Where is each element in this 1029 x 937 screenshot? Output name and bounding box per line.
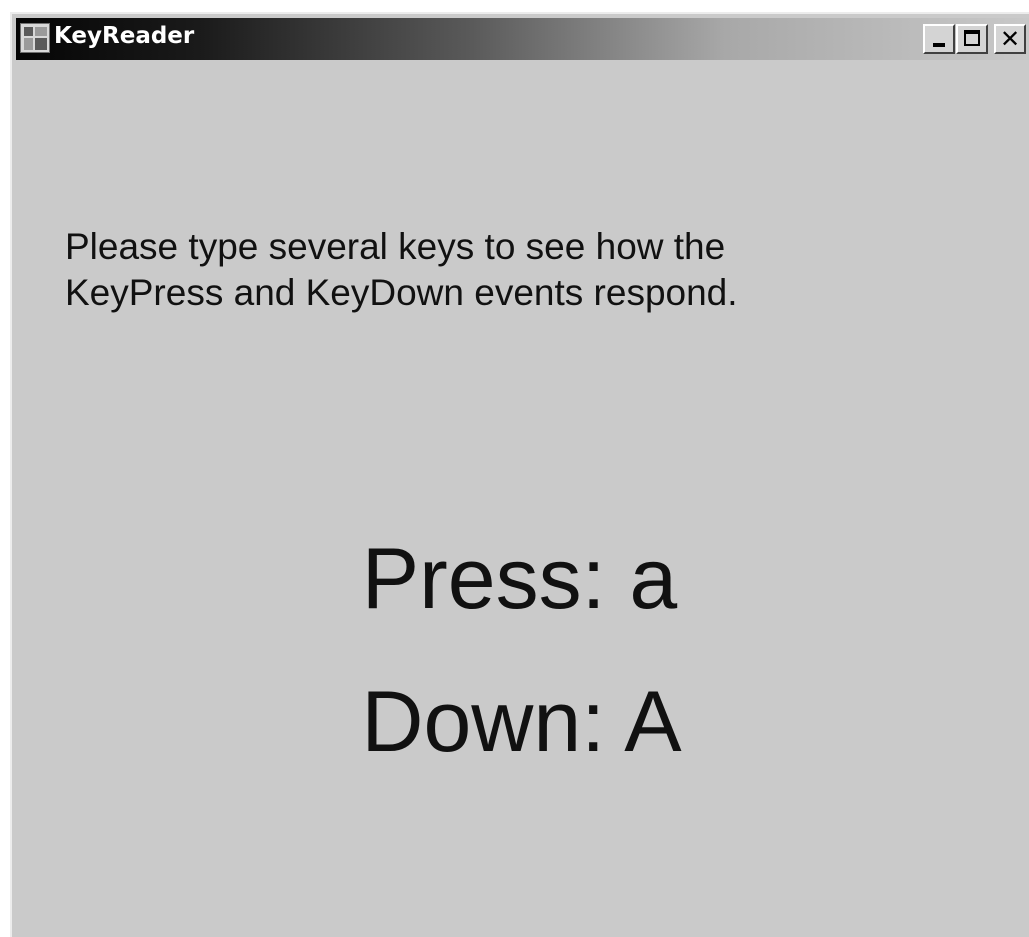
window-title: KeyReader [54, 23, 195, 49]
title-bar[interactable]: KeyReader ✕ [16, 18, 1029, 60]
instructions-line-2: KeyPress and KeyDown events respond. [65, 272, 738, 313]
app-icon[interactable] [20, 23, 50, 53]
keydown-readout: Down: A [361, 674, 682, 770]
keypress-readout: Press: a [361, 531, 678, 627]
minimize-button[interactable] [923, 24, 955, 54]
minimize-icon [933, 43, 945, 47]
keyreader-window: KeyReader ✕ Please type several keys to … [10, 12, 1029, 937]
close-button[interactable]: ✕ [994, 24, 1026, 54]
instructions-line-1: Please type several keys to see how the [65, 226, 726, 267]
close-icon: ✕ [999, 25, 1021, 53]
instructions-label: Please type several keys to see how the … [65, 224, 738, 316]
maximize-icon [964, 30, 980, 46]
maximize-button[interactable] [956, 24, 988, 54]
